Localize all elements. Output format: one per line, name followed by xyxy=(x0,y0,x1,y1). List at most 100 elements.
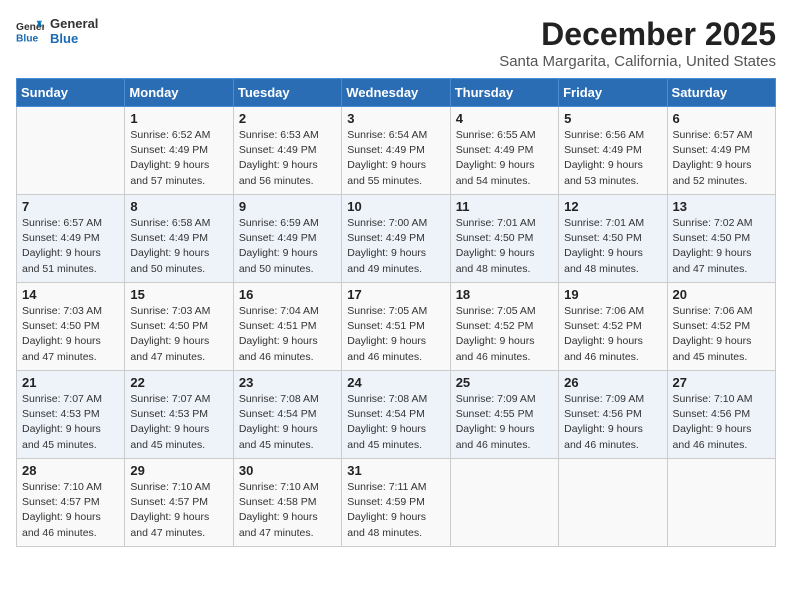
calendar-cell: 20 Sunrise: 7:06 AM Sunset: 4:52 PM Dayli… xyxy=(667,283,775,371)
day-info: Sunrise: 7:10 AM Sunset: 4:56 PM Dayligh… xyxy=(673,392,770,453)
day-info: Sunrise: 7:00 AM Sunset: 4:49 PM Dayligh… xyxy=(347,216,444,277)
header-cell-wednesday: Wednesday xyxy=(342,79,450,107)
day-info: Sunrise: 6:57 AM Sunset: 4:49 PM Dayligh… xyxy=(22,216,119,277)
calendar-week-row: 14 Sunrise: 7:03 AM Sunset: 4:50 PM Dayli… xyxy=(17,283,776,371)
calendar-cell: 29 Sunrise: 7:10 AM Sunset: 4:57 PM Dayli… xyxy=(125,459,233,547)
day-number: 3 xyxy=(347,111,444,126)
day-info: Sunrise: 6:53 AM Sunset: 4:49 PM Dayligh… xyxy=(239,128,336,189)
day-info: Sunrise: 6:59 AM Sunset: 4:49 PM Dayligh… xyxy=(239,216,336,277)
day-number: 2 xyxy=(239,111,336,126)
header-cell-sunday: Sunday xyxy=(17,79,125,107)
day-number: 9 xyxy=(239,199,336,214)
day-info: Sunrise: 6:57 AM Sunset: 4:49 PM Dayligh… xyxy=(673,128,770,189)
day-number: 28 xyxy=(22,463,119,478)
calendar-cell: 27 Sunrise: 7:10 AM Sunset: 4:56 PM Dayli… xyxy=(667,371,775,459)
day-info: Sunrise: 7:05 AM Sunset: 4:51 PM Dayligh… xyxy=(347,304,444,365)
calendar-week-row: 1Sunrise: 6:52 AM Sunset: 4:49 PM Daylig… xyxy=(17,107,776,195)
day-number: 26 xyxy=(564,375,661,390)
day-number: 11 xyxy=(456,199,553,214)
day-number: 27 xyxy=(673,375,770,390)
day-number: 22 xyxy=(130,375,227,390)
header-cell-friday: Friday xyxy=(559,79,667,107)
day-number: 21 xyxy=(22,375,119,390)
day-number: 20 xyxy=(673,287,770,302)
day-number: 30 xyxy=(239,463,336,478)
calendar-cell: 12Sunrise: 7:01 AM Sunset: 4:50 PM Dayli… xyxy=(559,195,667,283)
logo-text-line2: Blue xyxy=(50,31,98,46)
day-number: 17 xyxy=(347,287,444,302)
calendar-cell: 19Sunrise: 7:06 AM Sunset: 4:52 PM Dayli… xyxy=(559,283,667,371)
day-number: 13 xyxy=(673,199,770,214)
calendar-table: SundayMondayTuesdayWednesdayThursdayFrid… xyxy=(16,78,776,547)
calendar-cell xyxy=(17,107,125,195)
logo-icon: General Blue xyxy=(16,17,44,45)
day-info: Sunrise: 7:09 AM Sunset: 4:56 PM Dayligh… xyxy=(564,392,661,453)
day-number: 6 xyxy=(673,111,770,126)
day-info: Sunrise: 7:01 AM Sunset: 4:50 PM Dayligh… xyxy=(456,216,553,277)
calendar-cell xyxy=(450,459,558,547)
day-info: Sunrise: 7:10 AM Sunset: 4:58 PM Dayligh… xyxy=(239,480,336,541)
day-info: Sunrise: 7:06 AM Sunset: 4:52 PM Dayligh… xyxy=(564,304,661,365)
calendar-week-row: 21 Sunrise: 7:07 AM Sunset: 4:53 PM Dayli… xyxy=(17,371,776,459)
header-row: SundayMondayTuesdayWednesdayThursdayFrid… xyxy=(17,79,776,107)
calendar-cell: 4Sunrise: 6:55 AM Sunset: 4:49 PM Daylig… xyxy=(450,107,558,195)
day-info: Sunrise: 7:10 AM Sunset: 4:57 PM Dayligh… xyxy=(22,480,119,541)
svg-text:Blue: Blue xyxy=(16,33,39,44)
day-number: 14 xyxy=(22,287,119,302)
calendar-body: 1Sunrise: 6:52 AM Sunset: 4:49 PM Daylig… xyxy=(17,107,776,547)
day-number: 25 xyxy=(456,375,553,390)
day-info: Sunrise: 7:10 AM Sunset: 4:57 PM Dayligh… xyxy=(130,480,227,541)
calendar-cell xyxy=(559,459,667,547)
day-info: Sunrise: 6:56 AM Sunset: 4:49 PM Dayligh… xyxy=(564,128,661,189)
calendar-week-row: 28 Sunrise: 7:10 AM Sunset: 4:57 PM Dayli… xyxy=(17,459,776,547)
day-info: Sunrise: 7:07 AM Sunset: 4:53 PM Dayligh… xyxy=(22,392,119,453)
page-header: General Blue General Blue December 2025 … xyxy=(16,16,776,70)
day-info: Sunrise: 6:58 AM Sunset: 4:49 PM Dayligh… xyxy=(130,216,227,277)
calendar-cell xyxy=(667,459,775,547)
calendar-cell: 30 Sunrise: 7:10 AM Sunset: 4:58 PM Dayli… xyxy=(233,459,341,547)
day-number: 7 xyxy=(22,199,119,214)
title-block: December 2025 Santa Margarita, Californi… xyxy=(499,16,776,70)
calendar-header: SundayMondayTuesdayWednesdayThursdayFrid… xyxy=(17,79,776,107)
calendar-cell: 18Sunrise: 7:05 AM Sunset: 4:52 PM Dayli… xyxy=(450,283,558,371)
calendar-cell: 2 Sunrise: 6:53 AM Sunset: 4:49 PM Daylig… xyxy=(233,107,341,195)
logo-text-line1: General xyxy=(50,16,98,31)
calendar-cell: 9 Sunrise: 6:59 AM Sunset: 4:49 PM Daylig… xyxy=(233,195,341,283)
calendar-cell: 21 Sunrise: 7:07 AM Sunset: 4:53 PM Dayli… xyxy=(17,371,125,459)
day-number: 16 xyxy=(239,287,336,302)
day-info: Sunrise: 6:55 AM Sunset: 4:49 PM Dayligh… xyxy=(456,128,553,189)
day-number: 29 xyxy=(130,463,227,478)
day-number: 31 xyxy=(347,463,444,478)
calendar-cell: 22Sunrise: 7:07 AM Sunset: 4:53 PM Dayli… xyxy=(125,371,233,459)
day-number: 12 xyxy=(564,199,661,214)
calendar-cell: 24Sunrise: 7:08 AM Sunset: 4:54 PM Dayli… xyxy=(342,371,450,459)
logo: General Blue General Blue xyxy=(16,16,98,46)
day-number: 15 xyxy=(130,287,227,302)
calendar-cell: 7 Sunrise: 6:57 AM Sunset: 4:49 PM Daylig… xyxy=(17,195,125,283)
month-title: December 2025 xyxy=(499,16,776,53)
day-number: 5 xyxy=(564,111,661,126)
day-info: Sunrise: 7:05 AM Sunset: 4:52 PM Dayligh… xyxy=(456,304,553,365)
calendar-cell: 11 Sunrise: 7:01 AM Sunset: 4:50 PM Dayli… xyxy=(450,195,558,283)
header-cell-saturday: Saturday xyxy=(667,79,775,107)
calendar-cell: 10 Sunrise: 7:00 AM Sunset: 4:49 PM Dayli… xyxy=(342,195,450,283)
day-info: Sunrise: 7:04 AM Sunset: 4:51 PM Dayligh… xyxy=(239,304,336,365)
day-info: Sunrise: 7:06 AM Sunset: 4:52 PM Dayligh… xyxy=(673,304,770,365)
calendar-cell: 28 Sunrise: 7:10 AM Sunset: 4:57 PM Dayli… xyxy=(17,459,125,547)
day-info: Sunrise: 6:54 AM Sunset: 4:49 PM Dayligh… xyxy=(347,128,444,189)
calendar-cell: 31Sunrise: 7:11 AM Sunset: 4:59 PM Dayli… xyxy=(342,459,450,547)
calendar-cell: 17 Sunrise: 7:05 AM Sunset: 4:51 PM Dayli… xyxy=(342,283,450,371)
day-number: 1 xyxy=(130,111,227,126)
day-info: Sunrise: 7:03 AM Sunset: 4:50 PM Dayligh… xyxy=(22,304,119,365)
header-cell-tuesday: Tuesday xyxy=(233,79,341,107)
calendar-cell: 1Sunrise: 6:52 AM Sunset: 4:49 PM Daylig… xyxy=(125,107,233,195)
day-info: Sunrise: 7:08 AM Sunset: 4:54 PM Dayligh… xyxy=(239,392,336,453)
day-number: 10 xyxy=(347,199,444,214)
calendar-cell: 5 Sunrise: 6:56 AM Sunset: 4:49 PM Daylig… xyxy=(559,107,667,195)
calendar-cell: 25Sunrise: 7:09 AM Sunset: 4:55 PM Dayli… xyxy=(450,371,558,459)
calendar-cell: 6 Sunrise: 6:57 AM Sunset: 4:49 PM Daylig… xyxy=(667,107,775,195)
header-cell-monday: Monday xyxy=(125,79,233,107)
calendar-cell: 23Sunrise: 7:08 AM Sunset: 4:54 PM Dayli… xyxy=(233,371,341,459)
calendar-cell: 16 Sunrise: 7:04 AM Sunset: 4:51 PM Dayli… xyxy=(233,283,341,371)
location-text: Santa Margarita, California, United Stat… xyxy=(499,53,776,70)
